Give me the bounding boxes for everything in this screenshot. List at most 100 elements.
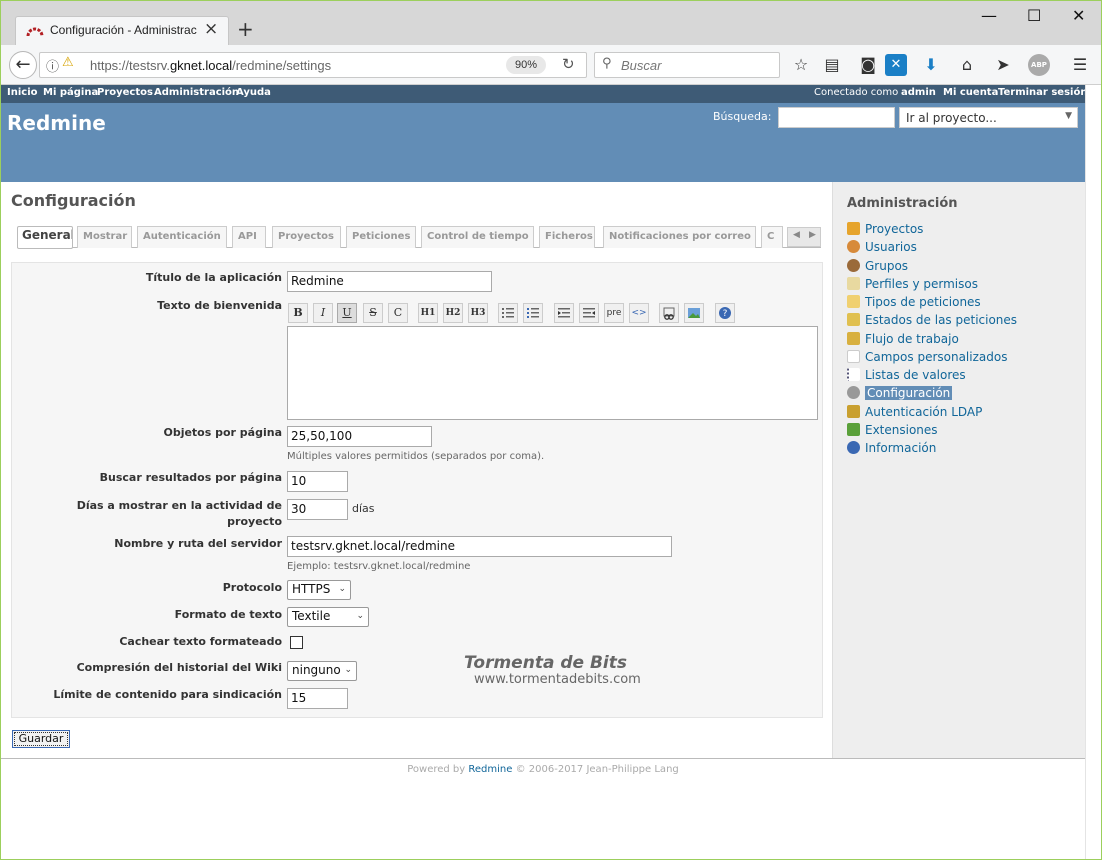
inline-code-icon[interactable]: C [388, 303, 408, 323]
per-page-input[interactable]: 25,50,100 [287, 426, 432, 447]
sidebar-item-settings[interactable]: Configuración [847, 386, 953, 402]
tab-display[interactable]: Mostrar [77, 226, 132, 248]
tab-projects[interactable]: Proyectos [272, 226, 341, 248]
main: Configuración General Mostrar Autenticac… [1, 182, 1085, 758]
sidebar-item-ldap[interactable]: Autenticación LDAP [847, 405, 982, 421]
reading-list-icon[interactable]: ▤ [821, 54, 843, 76]
host-label: Nombre y ruta del servidor [114, 537, 282, 550]
top-menu-home[interactable]: Inicio [7, 87, 38, 98]
sidebar-item-custom-fields[interactable]: Campos personalizados [847, 350, 1007, 366]
bold-icon[interactable]: B [288, 303, 308, 323]
tab-scroll-right-icon[interactable]: ▶ [809, 230, 816, 240]
unordered-list-icon[interactable] [498, 303, 518, 323]
sidebar-item-workflow[interactable]: Flujo de trabajo [847, 332, 959, 348]
download-icon[interactable]: ⬇ [920, 54, 942, 76]
sidebar-item-plugins[interactable]: Extensiones [847, 423, 938, 439]
tab-email-notifications[interactable]: Notificaciones por correo [603, 226, 756, 248]
top-menu-projects[interactable]: Proyectos [97, 87, 153, 98]
logout-link[interactable]: Terminar sesión [998, 87, 1087, 98]
search-results-input[interactable]: 10 [287, 471, 348, 492]
indent-right-icon[interactable] [579, 303, 599, 323]
tab-files[interactable]: Ficheros [539, 226, 595, 248]
tab-api[interactable]: API [232, 226, 266, 248]
menu-icon[interactable]: ☰ [1069, 54, 1091, 76]
close-tab-icon[interactable]: × [204, 20, 218, 38]
strikethrough-icon[interactable]: S [363, 303, 383, 323]
reload-icon[interactable]: ↻ [562, 55, 575, 73]
heading2-icon[interactable]: H2 [443, 303, 463, 323]
info-icon[interactable]: ⓘ [46, 56, 59, 75]
text-format-select[interactable]: Textile ⌄ [287, 607, 369, 627]
wiki-link-icon[interactable] [659, 303, 679, 323]
ordered-list-icon[interactable] [523, 303, 543, 323]
tab-scroll-left-icon[interactable]: ◀ [793, 230, 800, 240]
vertical-scrollbar[interactable] [1085, 85, 1101, 859]
sidebar-item-issue-statuses[interactable]: Estados de las peticiones [847, 313, 1017, 329]
protocol-select[interactable]: HTTPS ⌄ [287, 580, 351, 600]
tab-authentication[interactable]: Autenticación [137, 226, 227, 248]
plugin-icon [847, 423, 860, 436]
extension-icon[interactable]: ✕ [885, 54, 907, 76]
top-menu-administration[interactable]: Administración [154, 87, 239, 98]
image-icon[interactable] [684, 303, 704, 323]
welcome-text-textarea[interactable] [287, 326, 818, 420]
heading1-icon[interactable]: H1 [418, 303, 438, 323]
tab-general[interactable]: General [17, 226, 73, 249]
logged-user-link[interactable]: admin [901, 87, 936, 98]
footer-redmine-link[interactable]: Redmine [468, 764, 512, 775]
tab-time-tracking[interactable]: Control de tiempo [421, 226, 534, 248]
tab-more[interactable]: C [761, 226, 783, 248]
zoom-indicator[interactable]: 90% [506, 56, 546, 74]
feed-limit-input[interactable]: 15 [287, 688, 348, 709]
quick-search-input[interactable] [778, 107, 895, 128]
bookmark-star-icon[interactable]: ☆ [790, 54, 812, 76]
minimize-icon[interactable]: — [981, 7, 997, 25]
my-account-link[interactable]: Mi cuenta [943, 87, 998, 98]
top-menu-my-page[interactable]: Mi página [43, 87, 98, 98]
sidebar-item-projects[interactable]: Proyectos [847, 222, 923, 238]
code-highlight-icon[interactable]: <> [629, 303, 649, 323]
cache-formatted-checkbox[interactable] [290, 636, 303, 649]
pocket-icon[interactable]: ◙ [857, 54, 879, 76]
project-jump-select[interactable]: Ir al proyecto... ▼ [899, 107, 1078, 128]
activity-days-input[interactable]: 30 [287, 499, 348, 520]
browser-search-bar[interactable]: ⚲ Buscar [594, 52, 780, 78]
help-icon[interactable]: ? [715, 303, 735, 323]
save-button[interactable]: Guardar [12, 730, 70, 748]
insecure-lock-icon[interactable]: ⚠ [62, 55, 74, 70]
send-icon[interactable]: ➤ [992, 54, 1014, 76]
group-icon [847, 259, 860, 272]
heading3-icon[interactable]: H3 [468, 303, 488, 323]
tab-issues[interactable]: Peticiones [346, 226, 416, 248]
per-page-hint: Múltiples valores permitidos (separados … [287, 451, 545, 462]
italic-icon[interactable]: I [313, 303, 333, 323]
new-tab-icon[interactable]: + [237, 19, 254, 39]
underline-icon[interactable]: U [337, 303, 357, 323]
url-bar[interactable]: ⓘ ⚠ https://testsrv.gknet.local/redmine/… [39, 52, 587, 78]
url-text[interactable]: https://testsrv.gknet.local/redmine/sett… [90, 58, 331, 73]
sidebar-item-users[interactable]: Usuarios [847, 240, 917, 256]
preformatted-icon[interactable]: pre [604, 303, 624, 323]
close-window-icon[interactable]: ✕ [1072, 7, 1085, 25]
host-input[interactable]: testsrv.gknet.local/redmine [287, 536, 672, 557]
quick-search-label: Búsqueda: [713, 110, 772, 123]
watermark-url: www.tormentadebits.com [474, 672, 641, 687]
sidebar-item-groups[interactable]: Grupos [847, 259, 908, 275]
top-menu: Inicio Mi página Proyectos Administració… [1, 85, 1087, 103]
sidebar-item-enumerations[interactable]: Listas de valores [847, 368, 966, 384]
sidebar-item-roles[interactable]: Perfiles y permisos [847, 277, 978, 293]
back-arrow-icon[interactable]: ← [9, 51, 37, 79]
sidebar-item-info[interactable]: Información [847, 441, 936, 457]
indent-left-icon[interactable] [554, 303, 574, 323]
top-menu-help[interactable]: Ayuda [236, 87, 271, 98]
adblock-icon[interactable]: ABP [1028, 54, 1050, 76]
browser-navbar: ← ⓘ ⚠ https://testsrv.gknet.local/redmin… [1, 45, 1101, 85]
sidebar-heading: Administración [847, 196, 958, 211]
browser-tab[interactable]: Configuración - Administrac × [15, 16, 229, 45]
sidebar-item-trackers[interactable]: Tipos de peticiones [847, 295, 981, 311]
home-icon[interactable]: ⌂ [956, 54, 978, 76]
wiki-compression-select[interactable]: ninguno ⌄ [287, 661, 357, 681]
browser-window: Configuración - Administrac × + — ☐ ✕ ← … [0, 0, 1102, 860]
maximize-icon[interactable]: ☐ [1027, 7, 1041, 25]
app-title-input[interactable]: Redmine [287, 271, 492, 292]
